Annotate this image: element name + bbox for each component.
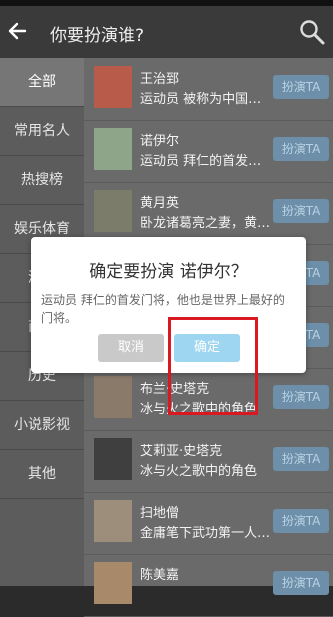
dialog-title: 确定要扮演 诺伊尔？ xyxy=(89,262,248,282)
cancel-button[interactable]: 取消 xyxy=(98,334,164,362)
highlight-box xyxy=(168,317,258,415)
